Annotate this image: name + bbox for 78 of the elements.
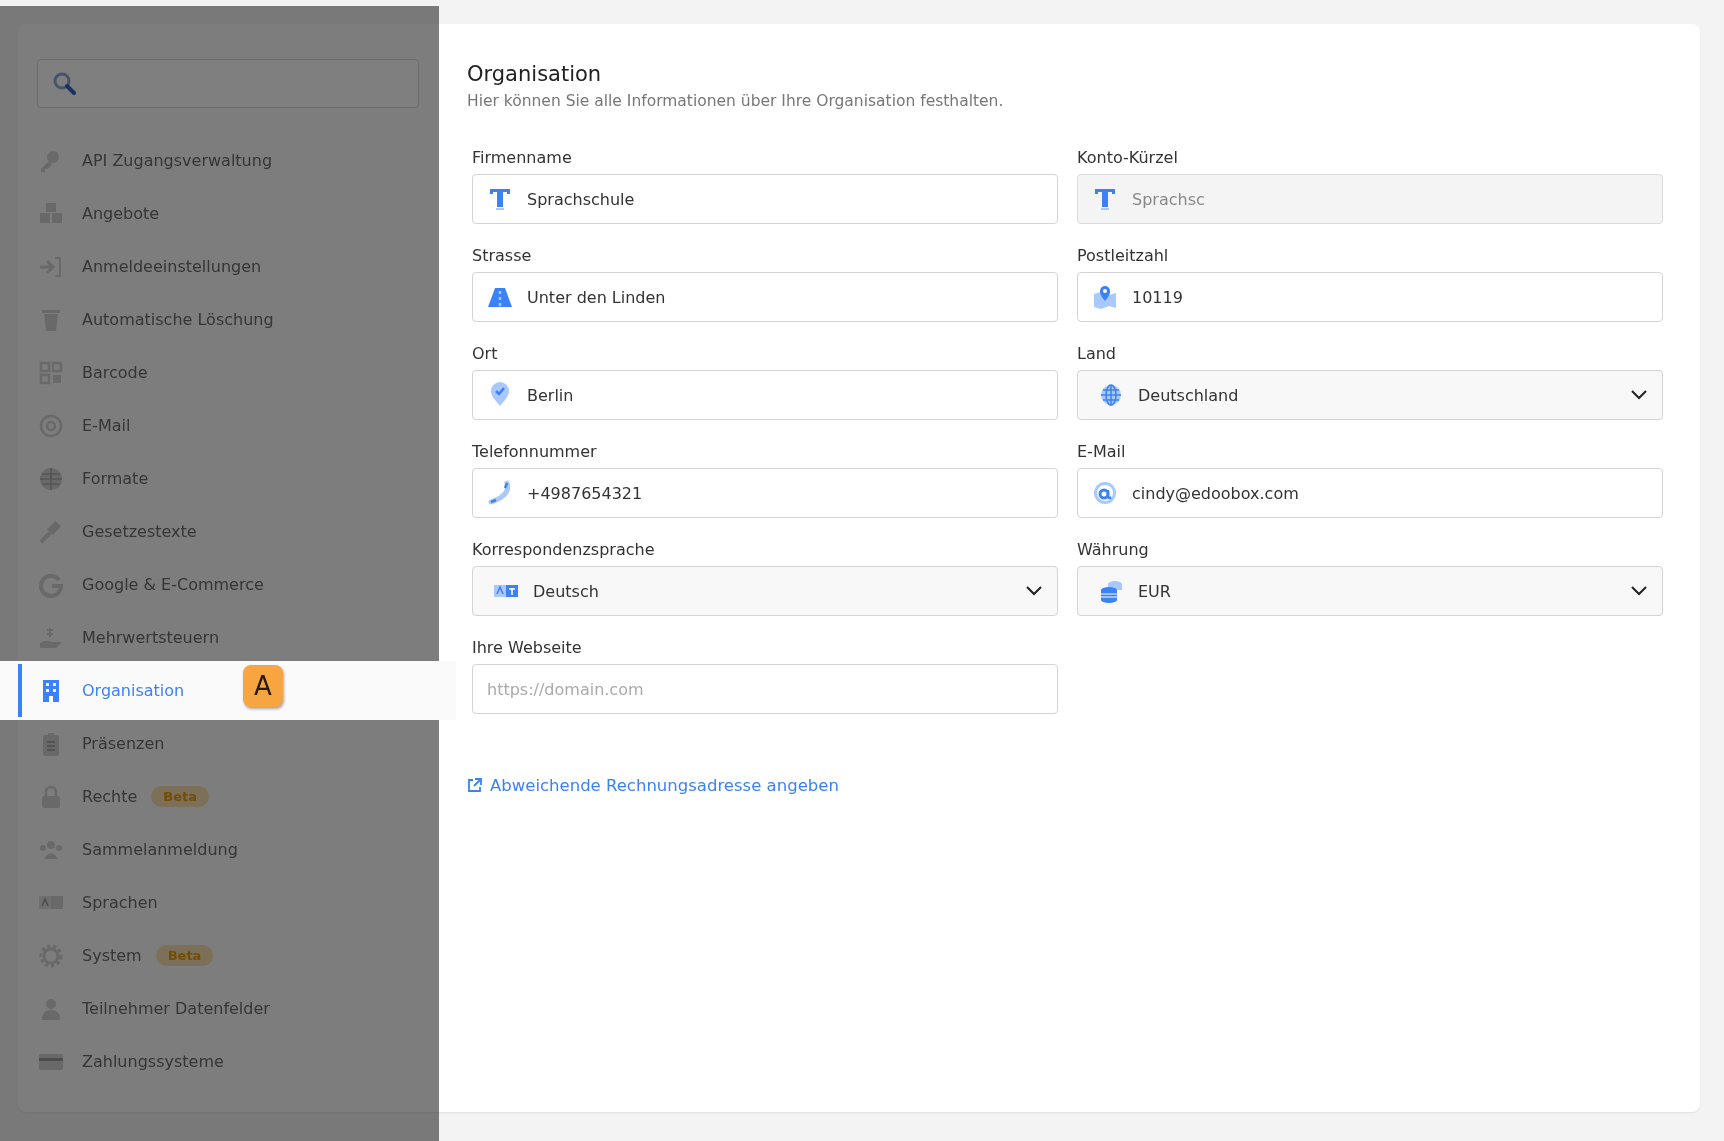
sidebar-item[interactable]: Teilnehmer Datenfelder bbox=[18, 982, 438, 1035]
item-label: System bbox=[82, 946, 142, 965]
link[interactable]: Abweichende Rechnungsadresse angeben bbox=[467, 776, 839, 795]
beta-badge: Beta bbox=[151, 786, 209, 807]
input-field[interactable]: 10119 bbox=[1077, 272, 1663, 322]
external-link-icon bbox=[467, 778, 482, 793]
item-label: Gesetzestexte bbox=[82, 522, 197, 541]
item-label: Automatische Löschung bbox=[82, 310, 274, 329]
phone-icon bbox=[487, 480, 513, 506]
at-sign-icon bbox=[1092, 480, 1118, 506]
field-label: Ihre Webseite bbox=[472, 638, 583, 657]
input-field[interactable]: Sprachschule bbox=[472, 174, 1058, 224]
sidebar-item[interactable]: Barcode bbox=[18, 346, 438, 399]
dropdown[interactable]: Deutschland bbox=[1077, 370, 1663, 420]
item-label: Rechte bbox=[82, 787, 138, 806]
annotation-marker: A bbox=[243, 665, 283, 707]
item-label: Barcode bbox=[82, 363, 148, 382]
field-label: Land bbox=[1077, 344, 1117, 363]
sidebar-item[interactable]: Zahlungssysteme bbox=[18, 1035, 438, 1088]
text-icon bbox=[1092, 186, 1118, 212]
item-label: Google & E-Commerce bbox=[82, 575, 264, 594]
search-field[interactable] bbox=[37, 59, 419, 108]
sidebar-item[interactable]: Gesetzestexte bbox=[18, 505, 438, 558]
input-field[interactable]: cindy@edoobox.com bbox=[1077, 468, 1663, 518]
field-label: E-Mail bbox=[1077, 442, 1127, 461]
beta-badge: Beta bbox=[155, 945, 214, 966]
dropdown[interactable]: EUR bbox=[1077, 566, 1663, 616]
sidebar-item[interactable]: System Beta bbox=[18, 929, 438, 982]
globe-icon bbox=[1098, 382, 1124, 408]
field-label: Korrespondenzsprache bbox=[472, 540, 656, 559]
chevron-down-icon bbox=[1630, 585, 1648, 597]
field-label: Strasse bbox=[472, 246, 533, 265]
sidebar-item[interactable]: Anmeldeeinstellungen bbox=[18, 240, 438, 293]
input-field[interactable]: Unter den Linden bbox=[472, 272, 1058, 322]
sidebar-item[interactable]: Sprachen bbox=[18, 876, 438, 929]
item-label: Teilnehmer Datenfelder bbox=[82, 999, 270, 1018]
sidebar-item[interactable]: Google & E-Commerce bbox=[18, 558, 438, 611]
item-label: Mehrwertsteuern bbox=[82, 628, 220, 647]
sidebar-item[interactable]: Präsenzen bbox=[18, 717, 438, 770]
input-field: Sprachsc bbox=[1077, 174, 1663, 224]
input-field[interactable]: +4987654321 bbox=[472, 468, 1058, 518]
item-label: Sprachen bbox=[82, 893, 158, 912]
item-label: Angebote bbox=[82, 204, 160, 223]
item-label: Sammelanmeldung bbox=[82, 840, 238, 859]
item-label: API Zugangsverwaltung bbox=[82, 151, 273, 170]
input-field[interactable]: https://domain.com bbox=[472, 664, 1058, 714]
item-label: Präsenzen bbox=[82, 734, 165, 753]
item-label: E-Mail bbox=[82, 416, 131, 435]
sidebar-item[interactable]: Sammelanmeldung bbox=[18, 823, 438, 876]
text-icon bbox=[487, 186, 513, 212]
field-label: Postleitzahl bbox=[1077, 246, 1170, 265]
map-pin-icon bbox=[1092, 284, 1118, 310]
input-field[interactable]: Berlin bbox=[472, 370, 1058, 420]
sidebar-item[interactable]: E-Mail bbox=[18, 399, 438, 452]
sidebar-item[interactable]: Mehrwertsteuern bbox=[18, 611, 438, 664]
item-label: Organisation bbox=[82, 681, 185, 700]
coins-icon bbox=[1098, 578, 1124, 604]
sidebar-item[interactable]: Rechte Beta bbox=[18, 770, 438, 823]
field-label: Währung bbox=[1077, 540, 1150, 559]
dropdown[interactable]: Deutsch bbox=[472, 566, 1058, 616]
page-title: Organisation bbox=[467, 62, 603, 86]
item-label: Formate bbox=[82, 469, 149, 488]
sidebar-item[interactable]: Organisation A bbox=[0, 661, 456, 720]
field-label: Ort bbox=[472, 344, 499, 363]
sidebar-item[interactable]: Angebote bbox=[18, 187, 438, 240]
field-label: Konto-Kürzel bbox=[1077, 148, 1179, 167]
chevron-down-icon bbox=[1630, 389, 1648, 401]
chevron-down-icon bbox=[1025, 585, 1043, 597]
field-label: Firmenname bbox=[472, 148, 573, 167]
search-icon bbox=[52, 70, 78, 97]
field-label: Telefonnummer bbox=[472, 442, 598, 461]
sidebar-item[interactable]: Automatische Löschung bbox=[18, 293, 438, 346]
page-description: Hier können Sie alle Informationen über Ihre Organisation festhalten. bbox=[467, 92, 1005, 110]
globe-icon bbox=[38, 465, 64, 492]
sidebar-item[interactable]: Formate bbox=[18, 452, 438, 505]
item-label: Anmeldeeinstellungen bbox=[82, 257, 262, 276]
item-label: Zahlungssysteme bbox=[82, 1052, 224, 1071]
sidebar-item[interactable]: API Zugangsverwaltung bbox=[18, 134, 438, 187]
